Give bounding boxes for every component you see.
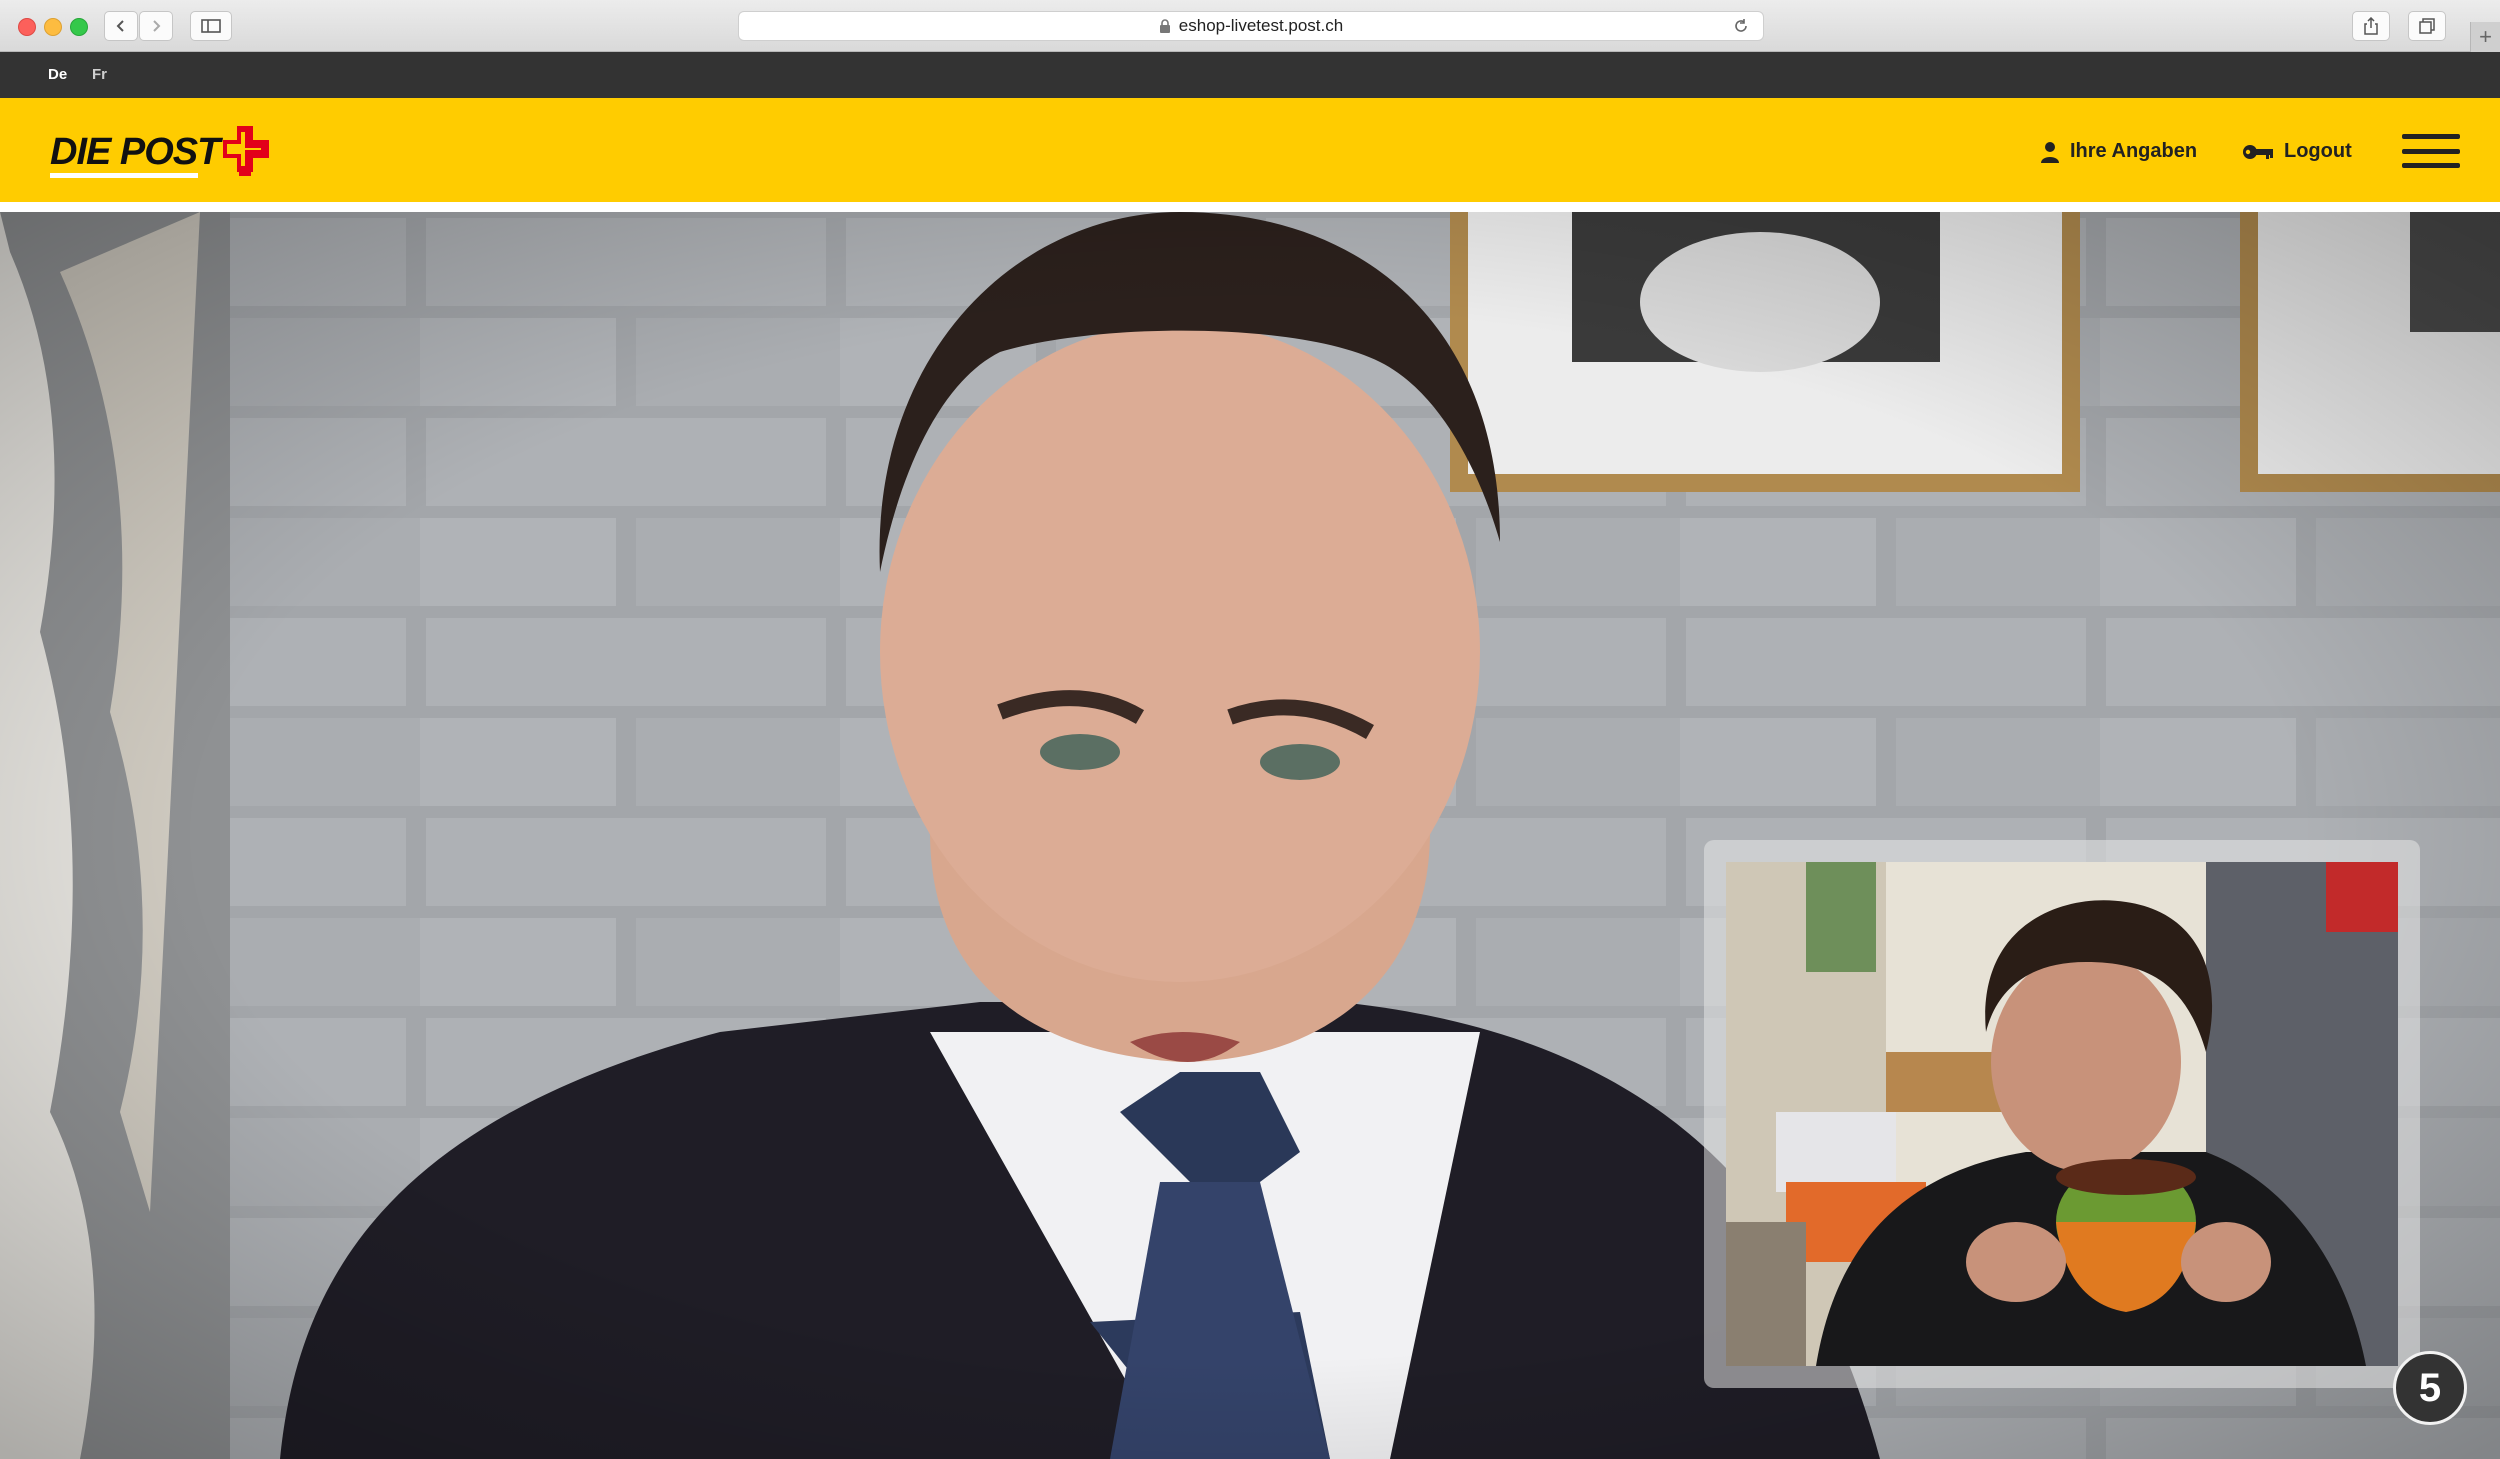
share-button[interactable]	[2352, 11, 2390, 41]
zoom-window-button[interactable]	[70, 18, 88, 36]
chevron-left-icon	[116, 20, 124, 32]
ihre-angaben-link[interactable]: Ihre Angaben	[2040, 140, 2197, 163]
language-de-link[interactable]: De	[48, 66, 67, 83]
hamburger-line	[2402, 148, 2460, 154]
language-bar: De Fr	[0, 52, 2500, 98]
browser-toolbar: eshop-livetest.post.ch +	[0, 0, 2500, 52]
hamburger-menu-button[interactable]	[2402, 134, 2460, 168]
forward-button[interactable]	[139, 11, 173, 41]
key-icon	[2243, 144, 2273, 159]
die-post-logo[interactable]: DIE POST	[50, 126, 270, 178]
self-view-video	[1726, 862, 2398, 1366]
sidebar-toggle-button[interactable]	[190, 11, 232, 41]
back-button[interactable]	[104, 11, 138, 41]
logout-link[interactable]: Logout	[2242, 140, 2352, 163]
new-tab-button[interactable]: +	[2470, 22, 2500, 52]
ihre-angaben-label: Ihre Angaben	[2070, 140, 2198, 162]
video-frame-customer	[1726, 862, 2398, 1366]
lock-icon	[1159, 19, 1170, 33]
logo-text: DIE POST	[50, 131, 220, 173]
address-bar[interactable]: eshop-livetest.post.ch	[738, 11, 1764, 41]
chevron-right-icon	[153, 20, 161, 32]
hamburger-line	[2402, 134, 2460, 139]
site-header: DIE POST Ihre Angaben Logout	[0, 98, 2500, 202]
tabs-icon	[2419, 18, 2435, 34]
logo-underline	[50, 173, 198, 178]
close-window-button[interactable]	[18, 18, 36, 36]
participant-count-badge: 5	[2393, 1351, 2467, 1425]
share-icon	[2364, 17, 2378, 35]
plus-icon: +	[2479, 24, 2492, 49]
tabs-overview-button[interactable]	[2408, 11, 2446, 41]
user-icon	[2041, 141, 2059, 163]
url-text: eshop-livetest.post.ch	[1178, 16, 1344, 35]
logout-label: Logout	[2284, 140, 2352, 162]
sidebar-icon	[201, 19, 221, 33]
reload-icon[interactable]	[1733, 18, 1749, 34]
minimize-window-button[interactable]	[44, 18, 62, 36]
hamburger-line	[2402, 163, 2460, 168]
swiss-cross-icon	[223, 126, 270, 176]
language-fr-link[interactable]: Fr	[92, 66, 107, 83]
